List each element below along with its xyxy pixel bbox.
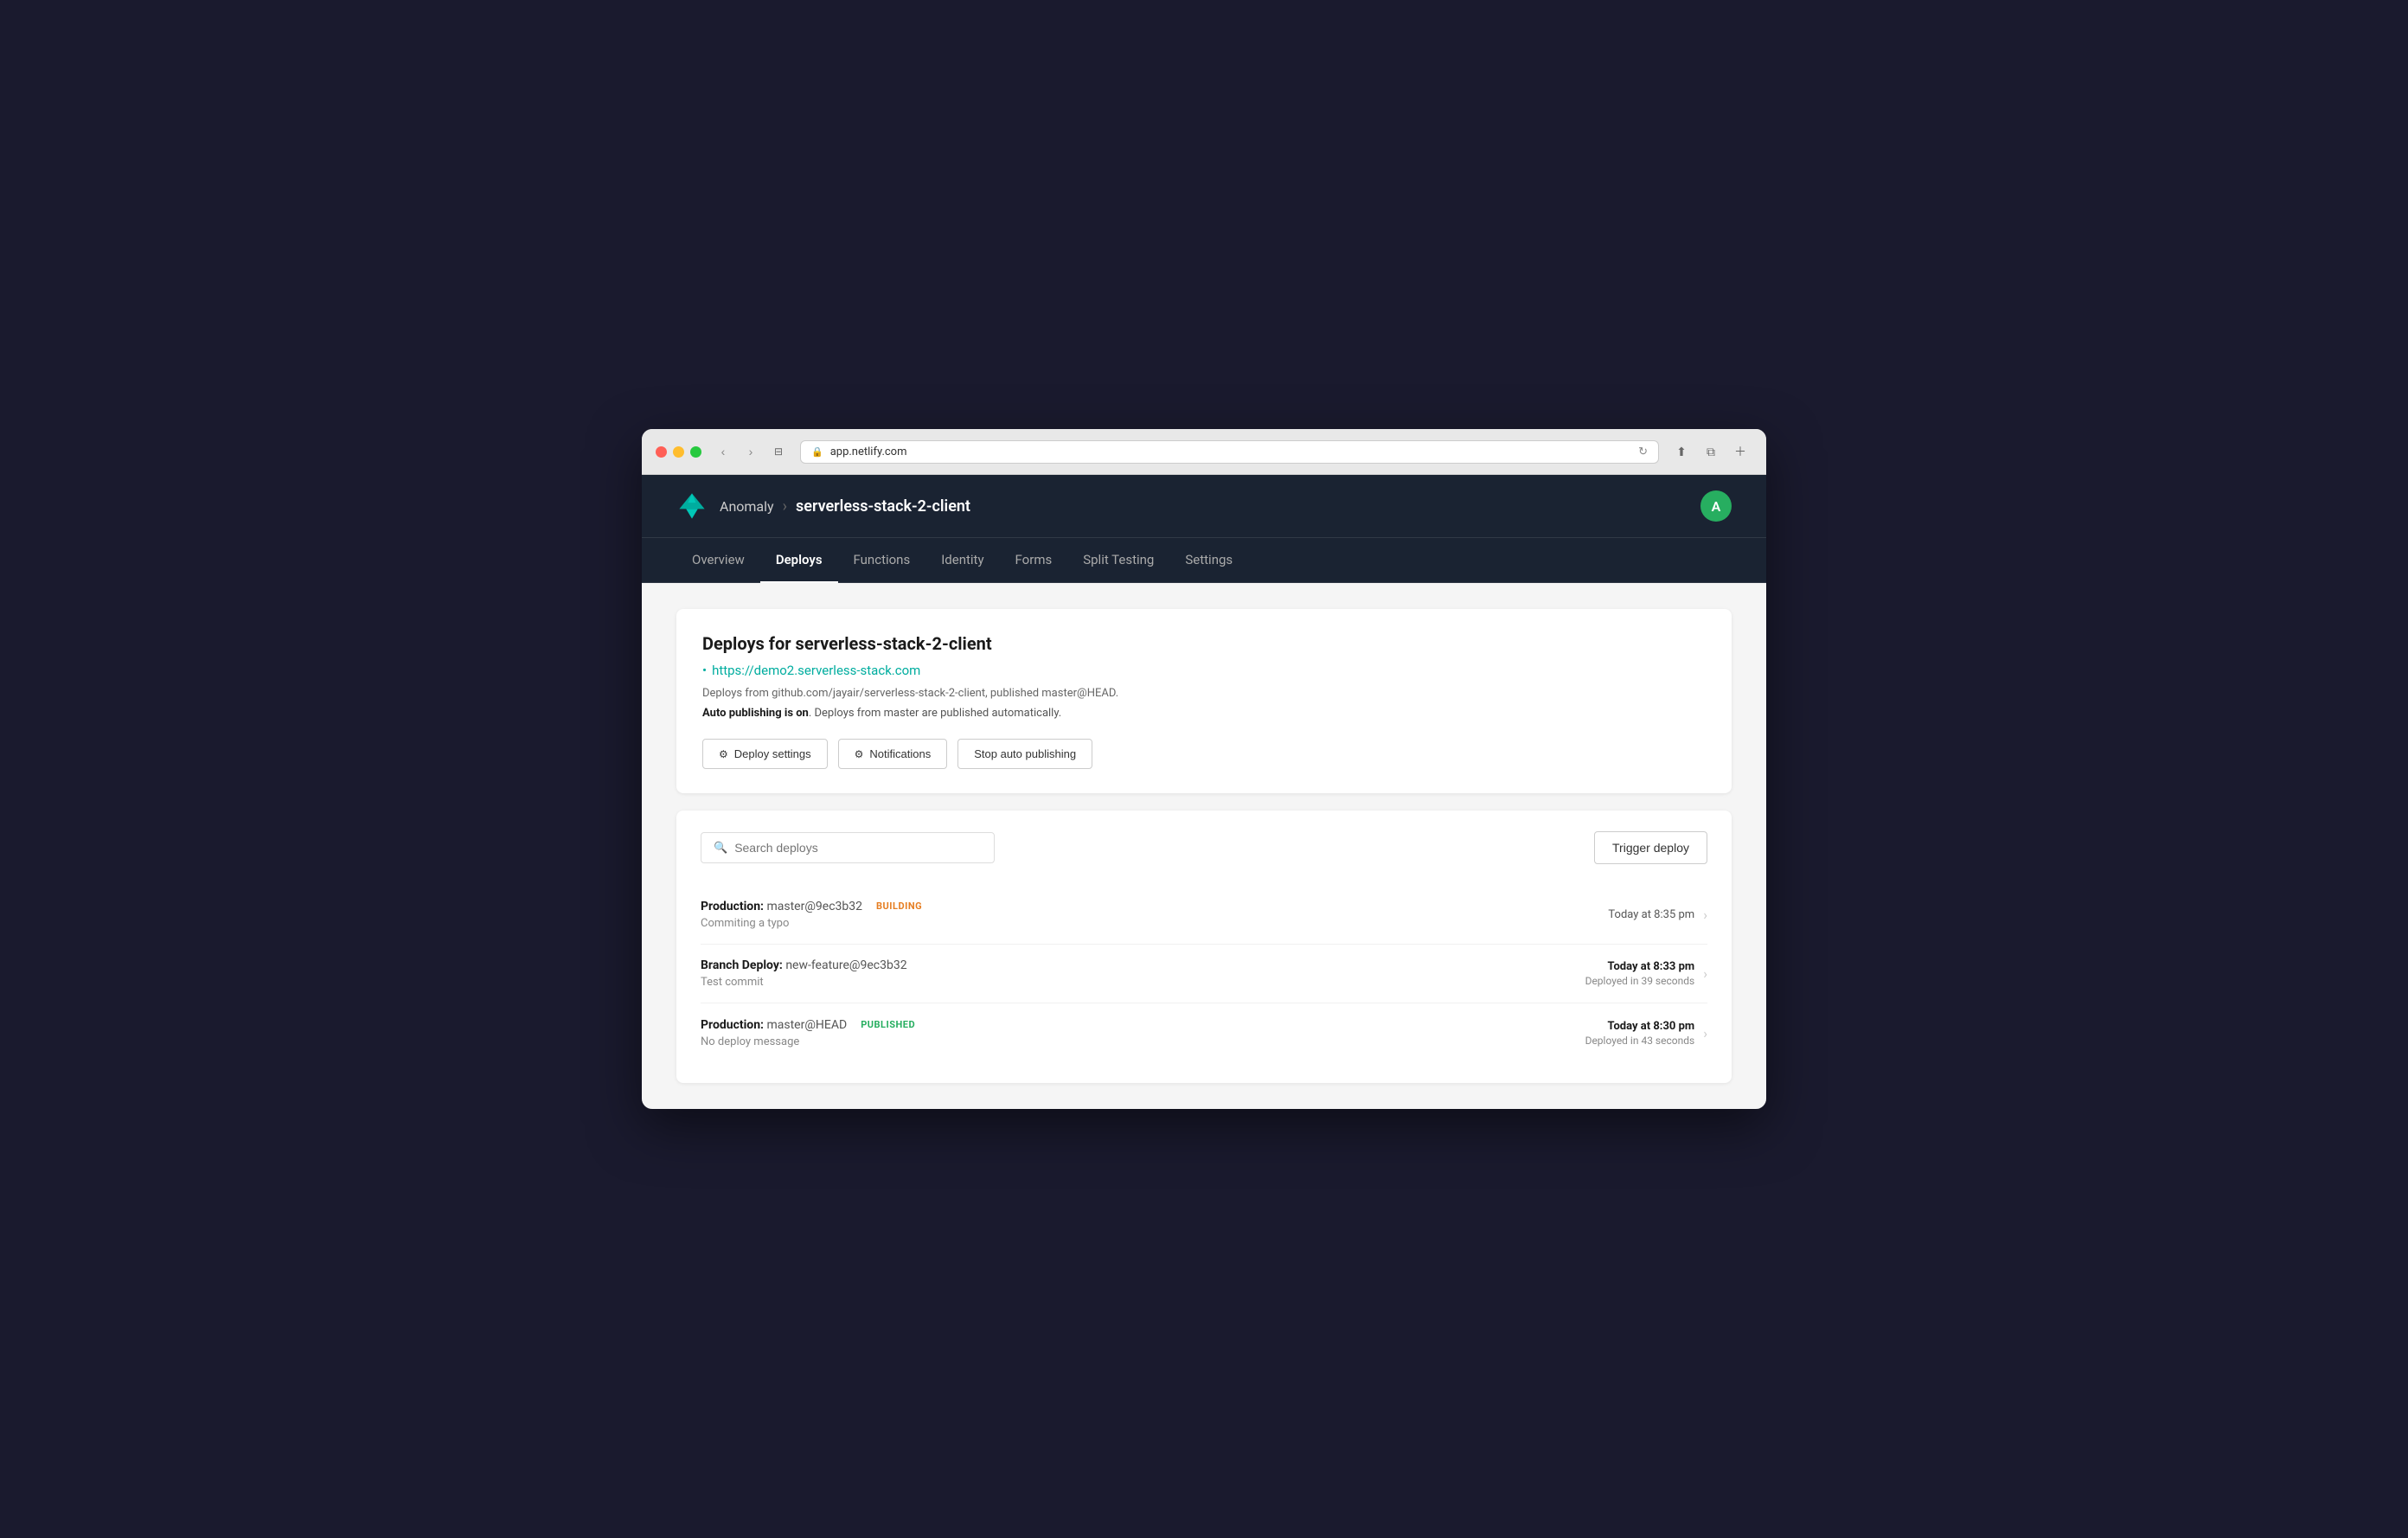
deploy-message: Commiting a typo (701, 917, 929, 930)
url-text: app.netlify.com (830, 445, 907, 458)
deploy-time-info: Today at 8:30 pm Deployed in 43 seconds (1585, 1020, 1695, 1047)
share-button[interactable]: ⬆ (1669, 439, 1694, 464)
gear-icon-notifications: ⚙ (855, 748, 864, 760)
deploy-type: Production: master@9ec3b32 (701, 900, 862, 913)
close-button[interactable] (656, 446, 667, 458)
app-nav: Overview Deploys Functions Identity Form… (642, 538, 1766, 583)
stop-auto-publishing-button[interactable]: Stop auto publishing (957, 739, 1092, 769)
tab-overview-button[interactable]: ⊟ (767, 440, 790, 463)
deploy-row[interactable]: Production: master@9ec3b32 BUILDING Comm… (701, 885, 1707, 945)
header-left: Anomaly › serverless-stack-2-client (676, 490, 970, 522)
nav-overview[interactable]: Overview (676, 538, 760, 583)
deploy-time-info: Today at 8:33 pm Deployed in 39 seconds (1585, 960, 1695, 987)
gear-icon: ⚙ (719, 748, 728, 760)
new-tab-button[interactable]: ＋ (1728, 439, 1752, 464)
deploy-left: Production: master@9ec3b32 BUILDING Comm… (701, 899, 929, 930)
deploy-ref: new-feature@9ec3b32 (785, 958, 906, 972)
nav-forms[interactable]: Forms (1000, 538, 1068, 583)
deploy-type-label: Production: (701, 900, 764, 913)
browser-actions: ⬆ ⧉ ＋ (1669, 439, 1752, 464)
deploy-title-row: Production: master@HEAD PUBLISHED (701, 1017, 922, 1032)
browser-window: ‹ › ⊟ 🔒 app.netlify.com ↻ ⬆ ⧉ ＋ (642, 429, 1766, 1109)
nav-deploys[interactable]: Deploys (760, 538, 838, 583)
search-input[interactable] (734, 841, 982, 855)
app-header: Anomaly › serverless-stack-2-client A (642, 475, 1766, 538)
auto-publishing-rest: . Deploys from master are published auto… (809, 707, 1061, 720)
deploy-right: Today at 8:33 pm Deployed in 39 seconds … (1585, 960, 1707, 987)
notifications-button[interactable]: ⚙ Notifications (838, 739, 948, 769)
nav-identity[interactable]: Identity (925, 538, 999, 583)
deploy-left: Production: master@HEAD PUBLISHED No dep… (701, 1017, 922, 1048)
deploy-time: Today at 8:30 pm (1585, 1020, 1695, 1033)
deploy-right: Today at 8:30 pm Deployed in 43 seconds … (1585, 1020, 1707, 1047)
maximize-button[interactable] (690, 446, 701, 458)
search-box[interactable]: 🔍 (701, 832, 995, 863)
card-actions: ⚙ Deploy settings ⚙ Notifications Stop a… (702, 739, 1706, 769)
deploys-list-card: 🔍 Trigger deploy Production: master@9ec3… (676, 811, 1732, 1083)
browser-toolbar: ‹ › ⊟ 🔒 app.netlify.com ↻ ⬆ ⧉ ＋ (642, 429, 1766, 475)
deploy-badge: PUBLISHED (854, 1017, 922, 1032)
browser-nav: ‹ › ⊟ (712, 440, 790, 463)
deploy-time: Today at 8:33 pm (1585, 960, 1695, 973)
address-bar[interactable]: 🔒 app.netlify.com ↻ (800, 440, 1659, 464)
deploy-row[interactable]: Branch Deploy: new-feature@9ec3b32 Test … (701, 945, 1707, 1003)
site-url-link[interactable]: https://demo2.serverless-stack.com (702, 663, 1706, 678)
deploy-time-bold: Today at 8:33 pm (1608, 960, 1695, 973)
deploys-source: Deploys from github.com/jayair/serverles… (702, 687, 1706, 700)
deploy-row[interactable]: Production: master@HEAD PUBLISHED No dep… (701, 1003, 1707, 1062)
stop-auto-publishing-label: Stop auto publishing (974, 747, 1076, 760)
deploy-type: Production: master@HEAD (701, 1018, 847, 1032)
auto-publishing-bold: Auto publishing is on (702, 707, 809, 720)
nav-settings[interactable]: Settings (1169, 538, 1248, 583)
deploy-title-row: Branch Deploy: new-feature@9ec3b32 (701, 958, 907, 972)
deploy-duration: Deployed in 39 seconds (1585, 975, 1695, 987)
avatar[interactable]: A (1700, 490, 1732, 522)
netlify-logo (676, 490, 708, 522)
nav-functions[interactable]: Functions (838, 538, 926, 583)
deploy-duration: Deployed in 43 seconds (1585, 1035, 1695, 1047)
search-icon: 🔍 (714, 842, 727, 855)
deploy-right: Today at 8:35 pm › (1608, 907, 1707, 923)
traffic-lights (656, 446, 701, 458)
chevron-right-icon: › (1703, 907, 1707, 923)
deploy-time-info: Today at 8:35 pm (1608, 908, 1694, 921)
breadcrumb-site[interactable]: serverless-stack-2-client (796, 497, 970, 516)
refresh-icon[interactable]: ↻ (1638, 445, 1648, 458)
deploy-ref: master@9ec3b32 (766, 900, 862, 913)
chevron-right-icon: › (1703, 965, 1707, 982)
breadcrumb: Anomaly › serverless-stack-2-client (720, 497, 970, 516)
deploy-time-bold: Today at 8:30 pm (1608, 1020, 1695, 1033)
auto-publishing-status: Auto publishing is on. Deploys from mast… (702, 707, 1706, 720)
deploys-info-card: Deploys for serverless-stack-2-client ht… (676, 609, 1732, 793)
app-container: Anomaly › serverless-stack-2-client A Ov… (642, 475, 1766, 1109)
deploy-message: Test commit (701, 976, 907, 989)
deploy-time: Today at 8:35 pm (1608, 908, 1694, 921)
trigger-deploy-button[interactable]: Trigger deploy (1594, 831, 1707, 864)
breadcrumb-separator: › (783, 497, 787, 516)
duplicate-tab-button[interactable]: ⧉ (1699, 439, 1723, 464)
deploy-title-row: Production: master@9ec3b32 BUILDING (701, 899, 929, 913)
deploy-ref: master@HEAD (766, 1018, 847, 1032)
deploy-type-label: Production: (701, 1018, 764, 1032)
forward-button[interactable]: › (740, 440, 762, 463)
deploy-settings-button[interactable]: ⚙ Deploy settings (702, 739, 828, 769)
chevron-right-icon: › (1703, 1025, 1707, 1041)
notifications-label: Notifications (869, 747, 931, 760)
breadcrumb-team[interactable]: Anomaly (720, 498, 774, 515)
nav-split-testing[interactable]: Split Testing (1067, 538, 1169, 583)
deploy-type-label: Branch Deploy: (701, 958, 783, 972)
deploy-settings-label: Deploy settings (734, 747, 811, 760)
deploys-title: Deploys for serverless-stack-2-client (702, 633, 1706, 654)
main-content: Deploys for serverless-stack-2-client ht… (642, 583, 1766, 1109)
lock-icon: 🔒 (811, 446, 823, 458)
minimize-button[interactable] (673, 446, 684, 458)
deploy-message: No deploy message (701, 1035, 922, 1048)
deploy-type: Branch Deploy: new-feature@9ec3b32 (701, 958, 907, 972)
deploy-badge: BUILDING (869, 899, 929, 913)
deploy-left: Branch Deploy: new-feature@9ec3b32 Test … (701, 958, 907, 989)
back-button[interactable]: ‹ (712, 440, 734, 463)
search-trigger-row: 🔍 Trigger deploy (701, 831, 1707, 864)
